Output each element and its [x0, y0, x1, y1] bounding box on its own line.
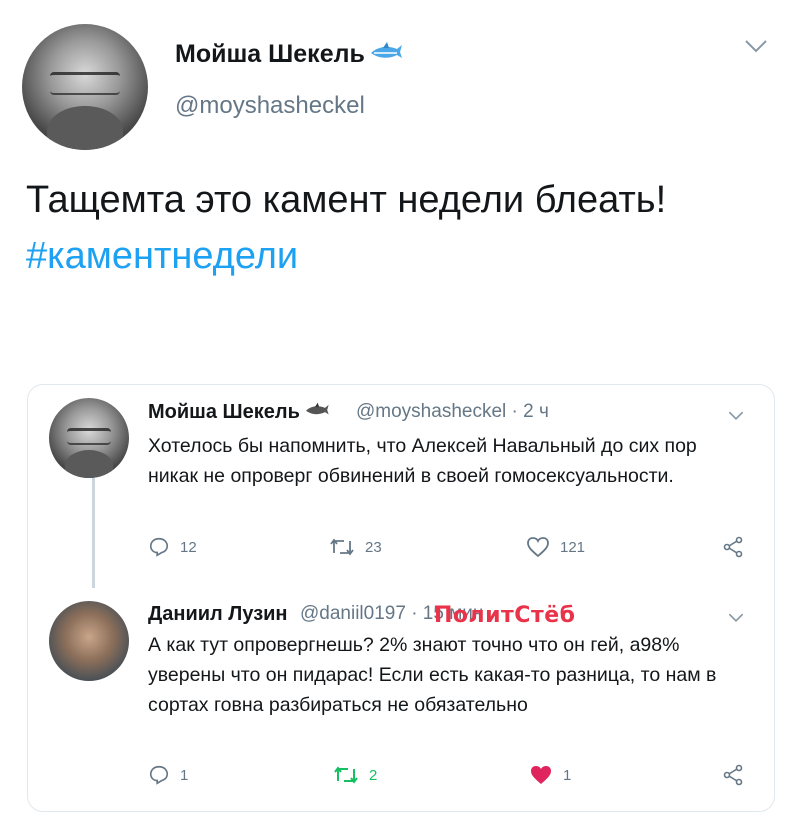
tweet2-text: А как тут опровергнешь? 2% знают точно ч… [148, 634, 717, 716]
tweet1-author-name-text: Мойша Шекель [148, 401, 300, 423]
hashtag-link[interactable]: #каментнедели [26, 228, 746, 284]
tweet2-avatar[interactable] [49, 601, 129, 681]
author-name[interactable]: Мойша Шекель [175, 40, 403, 70]
thread-line [92, 478, 95, 588]
like-count: 1 [563, 766, 572, 784]
tweet1-avatar[interactable] [49, 398, 129, 478]
tweet-body: Тащемта это камент недели блеать! [26, 179, 667, 221]
share-button[interactable] [722, 536, 754, 558]
share-button[interactable] [722, 764, 754, 786]
watermark: ПолитСтёб [434, 603, 576, 628]
retweet-button[interactable]: 23 [329, 536, 382, 558]
author-handle[interactable]: @moyshasheckel [175, 92, 365, 120]
author-avatar[interactable] [22, 24, 148, 150]
like-count: 121 [560, 538, 586, 556]
share-icon [723, 536, 743, 558]
retweet-count: 2 [369, 766, 378, 784]
reply-count: 12 [180, 538, 197, 556]
retweet-count: 23 [365, 538, 382, 556]
retweet-icon [330, 538, 354, 556]
tweet1-text: Хотелось бы напомнить, что Алексей Навал… [148, 435, 697, 487]
reply-button[interactable]: 1 [148, 764, 188, 786]
like-button[interactable]: 121 [526, 536, 585, 558]
reply-icon [149, 765, 169, 785]
tweet1-author-name[interactable]: Мойша Шекель [148, 401, 330, 424]
shark-icon [369, 41, 403, 70]
tweet-text: Тащемта это камент недели блеать! #камен… [26, 172, 746, 284]
like-icon [527, 537, 549, 558]
reply-icon [149, 537, 169, 557]
tweet2-author-name[interactable]: Даниил Лузин [148, 603, 288, 626]
share-icon [723, 764, 743, 786]
shark-icon [304, 401, 330, 424]
tweet1-handle-time[interactable]: @moyshasheckel · 2 ч [356, 401, 549, 423]
chevron-down-icon[interactable] [744, 38, 768, 59]
chevron-down-icon[interactable] [728, 408, 744, 426]
chevron-down-icon[interactable] [728, 610, 744, 628]
reply-count: 1 [180, 766, 189, 784]
like-icon [531, 766, 551, 784]
retweet-icon [334, 766, 358, 784]
author-name-text: Мойша Шекель [175, 40, 365, 68]
like-button[interactable]: 1 [529, 764, 571, 786]
retweet-button[interactable]: 2 [333, 764, 377, 786]
reply-button[interactable]: 12 [148, 536, 197, 558]
